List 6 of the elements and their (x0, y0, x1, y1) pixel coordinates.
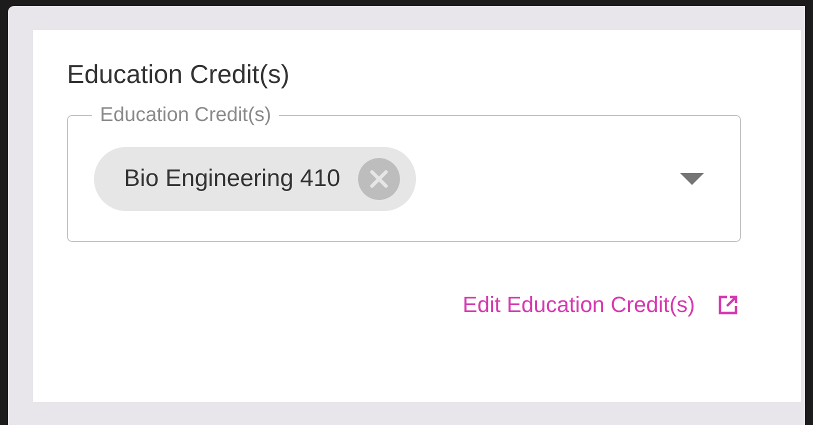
field-label: Education Credit(s) (99, 103, 272, 128)
external-link-icon[interactable] (717, 294, 739, 316)
chip[interactable]: Bio Engineering 410 (94, 146, 416, 210)
section-title: Education Credit(s) (67, 58, 291, 91)
edit-link[interactable]: Edit Education Credit(s) (462, 288, 695, 321)
caret-icon[interactable] (680, 172, 704, 184)
